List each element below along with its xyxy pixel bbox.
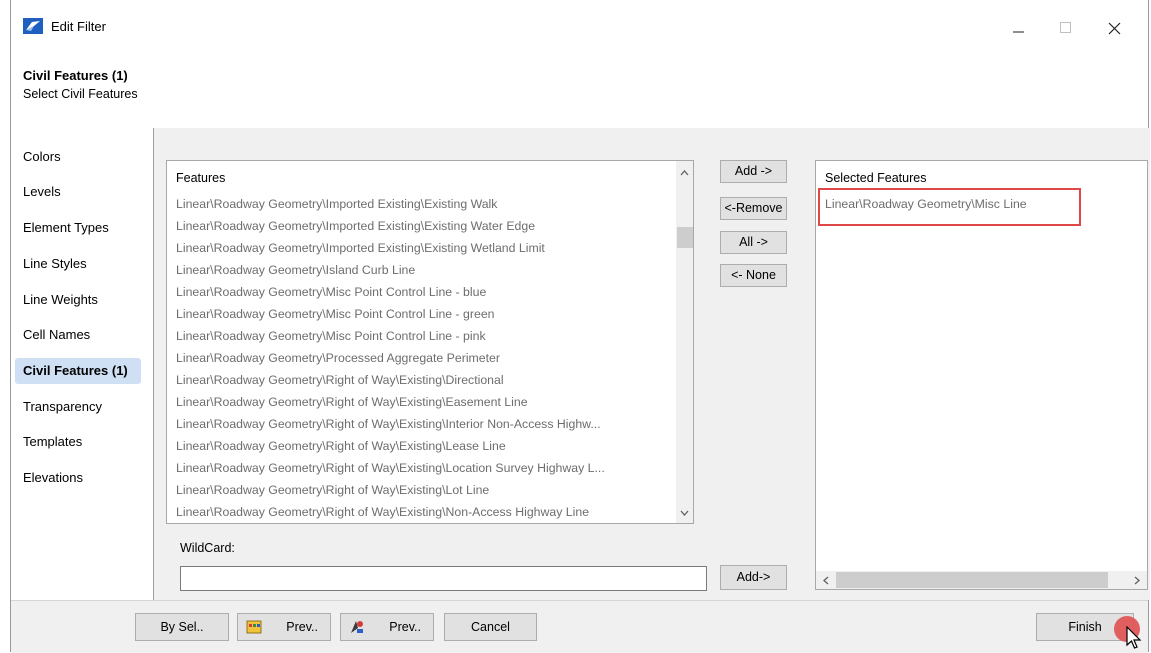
- sidebar-item-line-weights[interactable]: Line Weights: [15, 287, 141, 313]
- list-item[interactable]: Linear\Roadway Geometry\Misc Point Contr…: [176, 325, 486, 347]
- sidebar-item-transparency[interactable]: Transparency: [15, 394, 141, 420]
- features-list[interactable]: Features Linear\Roadway Geometry\Importe…: [166, 160, 694, 524]
- list-item[interactable]: Linear\Roadway Geometry\Imported Existin…: [176, 193, 497, 215]
- sidebar-item-element-types[interactable]: Element Types: [15, 215, 141, 241]
- cancel-button[interactable]: Cancel: [444, 613, 537, 641]
- minimize-icon: [1013, 31, 1024, 33]
- list-item[interactable]: Linear\Roadway Geometry\Right of Way\Exi…: [176, 413, 601, 435]
- mouse-cursor-icon: [1126, 626, 1142, 649]
- list-item[interactable]: Linear\Roadway Geometry\Right of Way\Exi…: [176, 479, 489, 501]
- list-item[interactable]: Linear\Roadway Geometry\Right of Way\Exi…: [176, 501, 589, 523]
- features-vertical-scrollbar[interactable]: [676, 161, 693, 523]
- close-button[interactable]: [1091, 10, 1137, 46]
- wildcard-label: WildCard:: [180, 541, 235, 555]
- preview-palette-icon: [246, 620, 262, 634]
- list-item[interactable]: Linear\Roadway Geometry\Misc Point Contr…: [176, 303, 495, 325]
- scrollbar-thumb[interactable]: [836, 572, 1108, 588]
- preview-button-1[interactable]: Prev..: [237, 613, 331, 641]
- scroll-up-arrow-icon[interactable]: [676, 165, 693, 182]
- maximize-button[interactable]: [1043, 10, 1089, 46]
- sidebar-item-line-styles[interactable]: Line Styles: [15, 251, 141, 277]
- list-item[interactable]: Linear\Roadway Geometry\Right of Way\Exi…: [176, 369, 504, 391]
- wizard-header: Civil Features (1) Select Civil Features: [11, 56, 1148, 129]
- wildcard-input[interactable]: [180, 566, 707, 591]
- list-item[interactable]: Linear\Roadway Geometry\Right of Way\Exi…: [176, 457, 605, 479]
- preview-2-label: Prev..: [389, 620, 421, 634]
- sidebar-item-civil-features[interactable]: Civil Features (1): [15, 358, 141, 384]
- minimize-button[interactable]: [996, 10, 1042, 46]
- footer-bar: By Sel.. Prev.. Prev.. Cancel Finish: [11, 600, 1148, 653]
- sidebar-item-templates[interactable]: Templates: [15, 429, 141, 455]
- sidebar-item-levels[interactable]: Levels: [15, 179, 141, 205]
- preview-1-label: Prev..: [286, 620, 318, 634]
- list-item[interactable]: Linear\Roadway Geometry\Imported Existin…: [176, 237, 545, 259]
- sidebar-item-cell-names[interactable]: Cell Names: [15, 322, 141, 348]
- selected-horizontal-scrollbar[interactable]: [816, 571, 1147, 589]
- scroll-left-arrow-icon[interactable]: [818, 572, 835, 589]
- by-selection-button[interactable]: By Sel..: [135, 613, 229, 641]
- scroll-right-arrow-icon[interactable]: [1128, 572, 1145, 589]
- preview-button-2[interactable]: Prev..: [340, 613, 434, 641]
- none-button[interactable]: <- None: [720, 264, 787, 287]
- list-item[interactable]: Linear\Roadway Geometry\Imported Existin…: [176, 215, 535, 237]
- list-item[interactable]: Linear\Roadway Geometry\Processed Aggreg…: [176, 347, 500, 369]
- main-content: Features Linear\Roadway Geometry\Importe…: [154, 128, 1150, 600]
- sidebar-item-colors[interactable]: Colors: [15, 144, 141, 170]
- maximize-icon: [1060, 22, 1071, 33]
- by-sel-label: By Sel..: [160, 620, 204, 634]
- edit-filter-dialog: Edit Filter Civil Features (1) Select Ci…: [10, 0, 1150, 653]
- list-item[interactable]: Linear\Roadway Geometry\Right of Way\Exi…: [176, 391, 528, 413]
- highlight-box: [818, 188, 1081, 226]
- scroll-down-arrow-icon[interactable]: [676, 504, 693, 521]
- page-title: Civil Features (1): [23, 68, 128, 83]
- all-button[interactable]: All ->: [720, 231, 787, 254]
- sidebar-item-elevations[interactable]: Elevations: [15, 465, 141, 491]
- window-title: Edit Filter: [51, 19, 106, 34]
- remove-button[interactable]: <-Remove: [720, 197, 787, 220]
- page-subtitle: Select Civil Features: [23, 87, 138, 101]
- features-list-header: Features: [176, 171, 226, 185]
- scrollbar-thumb[interactable]: [677, 227, 693, 248]
- selected-features-list[interactable]: Selected Features Linear\Roadway Geometr…: [815, 160, 1148, 590]
- close-icon: [1108, 22, 1120, 34]
- preview-shapes-icon: [351, 621, 363, 633]
- list-item[interactable]: Linear\Roadway Geometry\Island Curb Line: [176, 259, 415, 281]
- list-item[interactable]: Linear\Roadway Geometry\Right of Way\Exi…: [176, 435, 506, 457]
- sidebar: Colors Levels Element Types Line Styles …: [11, 128, 154, 600]
- wildcard-add-button[interactable]: Add->: [720, 565, 787, 590]
- title-bar: Edit Filter: [11, 0, 1148, 56]
- list-item[interactable]: Linear\Roadway Geometry\Misc Point Contr…: [176, 281, 486, 303]
- app-icon: [23, 18, 43, 34]
- selected-list-header: Selected Features: [825, 171, 927, 185]
- add-button[interactable]: Add ->: [720, 160, 787, 183]
